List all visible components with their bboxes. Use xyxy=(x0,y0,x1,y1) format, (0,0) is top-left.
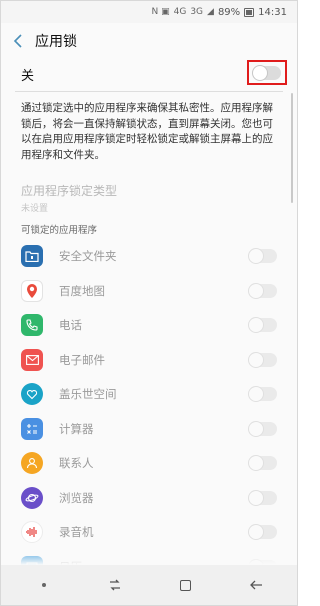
description-text: 通过锁定选中的应用程序来确保其私密性。应用程序解锁后，将会一直保持解锁状态，直到… xyxy=(21,102,273,161)
app-lock-screen: N ▣ 4G 3G ◢ 89% 14:31 应用锁 关 通过锁定选中的应用程序来… xyxy=(0,0,298,606)
recents-button[interactable] xyxy=(95,565,135,605)
voice-recorder-icon xyxy=(21,521,43,544)
app-toggle[interactable] xyxy=(248,351,277,368)
battery-icon xyxy=(244,7,255,17)
network-4g-indicator: 4G xyxy=(173,7,187,17)
signal-icon: ◢ xyxy=(207,7,214,17)
app-row-email[interactable]: 电子邮件 xyxy=(1,343,297,378)
calculator-icon xyxy=(21,417,43,440)
app-row-browser[interactable]: 浏览器 xyxy=(1,481,297,516)
network-3g-indicator: 3G xyxy=(190,7,204,17)
app-toggle[interactable] xyxy=(248,420,277,437)
app-row-contacts[interactable]: 联系人 xyxy=(1,446,297,481)
home-icon xyxy=(179,579,191,591)
back-button[interactable] xyxy=(1,23,35,59)
app-row-baidu-map[interactable]: 百度地图 xyxy=(1,274,297,309)
contacts-icon xyxy=(21,452,43,475)
status-bar: N ▣ 4G 3G ◢ 89% 14:31 xyxy=(1,1,297,23)
app-name: 联系人 xyxy=(59,456,94,471)
app-row-phone[interactable]: 电话 xyxy=(1,308,297,343)
master-switch-row[interactable]: 关 xyxy=(1,59,297,89)
dot-icon xyxy=(42,583,47,587)
toggle-knob xyxy=(248,455,264,472)
browser-icon xyxy=(21,486,43,509)
app-row-voice-recorder[interactable]: 录音机 xyxy=(1,515,297,550)
lock-type-value: 未设置 xyxy=(21,204,49,214)
notification-icons: N ▣ xyxy=(151,7,170,17)
app-name: 电话 xyxy=(59,318,82,333)
toggle-knob xyxy=(248,420,264,437)
toggle-knob xyxy=(248,248,264,265)
app-toggle[interactable] xyxy=(248,455,277,472)
app-row-galaxy-space[interactable]: 盖乐世空间 xyxy=(1,377,297,412)
highlight-box xyxy=(247,60,287,85)
app-list: 安全文件夹 百度地图 电话 电子邮件 盖乐世空间 计算器 联系人 浏览器 录音机 xyxy=(1,239,297,584)
galaxy-space-icon xyxy=(21,383,43,406)
app-toggle[interactable] xyxy=(248,524,277,541)
nav-back-button[interactable] xyxy=(236,565,276,605)
app-name: 电子邮件 xyxy=(59,352,105,367)
phone-icon xyxy=(21,314,43,337)
toggle-knob xyxy=(248,317,264,334)
app-toggle[interactable] xyxy=(248,282,277,299)
list-fade xyxy=(1,549,297,565)
master-switch-label: 关 xyxy=(21,68,35,84)
toggle-knob xyxy=(248,524,264,541)
clock: 14:31 xyxy=(258,6,287,18)
app-row-secure-folder[interactable]: 安全文件夹 xyxy=(1,239,297,274)
apps-section-title: 可锁定的应用程序 xyxy=(21,225,98,236)
email-icon xyxy=(21,348,43,371)
app-name: 浏览器 xyxy=(59,490,94,505)
master-toggle[interactable] xyxy=(252,64,281,81)
app-toggle[interactable] xyxy=(248,386,277,403)
back-arrow-icon xyxy=(249,580,262,590)
home-button[interactable] xyxy=(165,565,205,605)
header: 应用锁 xyxy=(1,23,297,59)
scrollbar[interactable] xyxy=(291,93,293,203)
app-toggle[interactable] xyxy=(248,489,277,506)
secure-folder-icon xyxy=(21,245,43,268)
recents-icon xyxy=(109,579,120,591)
lock-type-title: 应用程序锁定类型 xyxy=(21,184,118,198)
baidu-map-icon xyxy=(21,279,43,302)
lock-type-setting[interactable]: 应用程序锁定类型 未设置 xyxy=(21,182,117,214)
toggle-knob xyxy=(248,386,264,403)
nav-dot-button[interactable] xyxy=(24,565,64,605)
divider xyxy=(15,91,283,92)
app-name: 计算器 xyxy=(59,421,94,436)
toggle-knob xyxy=(248,282,264,299)
app-name: 盖乐世空间 xyxy=(59,387,117,402)
app-name: 百度地图 xyxy=(59,283,105,298)
app-toggle[interactable] xyxy=(248,248,277,265)
battery-percent: 89% xyxy=(217,6,241,18)
toggle-knob xyxy=(248,489,264,506)
navigation-bar xyxy=(1,565,297,605)
page-title: 应用锁 xyxy=(35,34,77,50)
chevron-left-icon xyxy=(13,34,22,48)
toggle-knob xyxy=(248,351,264,368)
app-row-calculator[interactable]: 计算器 xyxy=(1,412,297,447)
app-toggle[interactable] xyxy=(248,317,277,334)
app-name: 录音机 xyxy=(59,525,94,540)
toggle-knob xyxy=(252,64,268,81)
app-name: 安全文件夹 xyxy=(59,249,117,264)
